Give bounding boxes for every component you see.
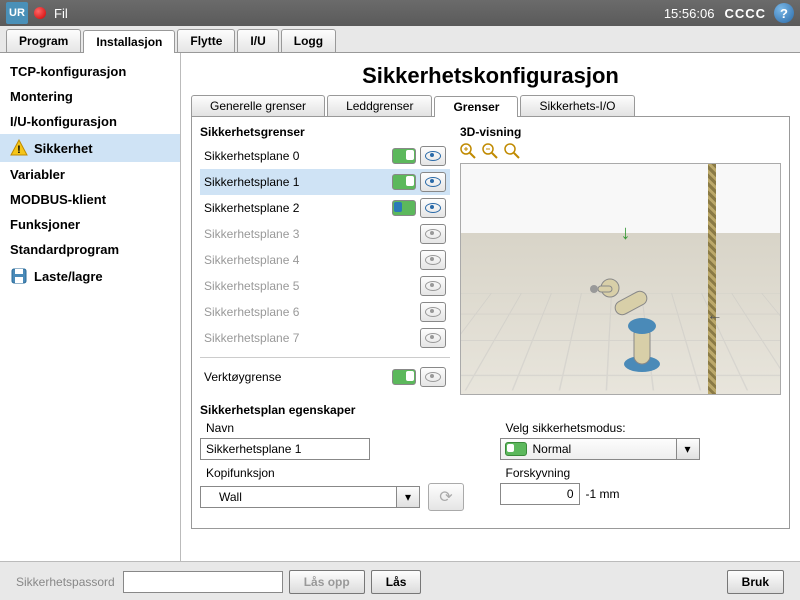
sidebar-item-montering[interactable]: Montering [0, 84, 180, 109]
app-logo: UR [6, 2, 28, 24]
left-arrow-icon: ← [707, 307, 723, 325]
plane-eye-button[interactable] [420, 276, 446, 296]
name-input[interactable] [200, 438, 370, 460]
pole-graphic [708, 164, 716, 394]
sub-tab-sikkerhets-i-o[interactable]: Sikkerhets-I/O [520, 95, 634, 116]
sidebar-item-standardprogram[interactable]: Standardprogram [0, 237, 180, 262]
sidebar-item-sikkerhet[interactable]: !Sikkerhet [0, 134, 180, 162]
plane-row[interactable]: Sikkerhetsplane 2 [200, 195, 450, 221]
plane-eye-button[interactable] [420, 146, 446, 166]
plane-label: Sikkerhetsplane 0 [204, 149, 392, 163]
plane-row[interactable]: Sikkerhetsplane 7 [200, 325, 450, 351]
password-label: Sikkerhetspassord [16, 575, 115, 589]
help-icon[interactable]: ? [774, 3, 794, 23]
eye-icon [425, 177, 441, 187]
main-tab-logg[interactable]: Logg [281, 29, 336, 52]
plane-eye-button[interactable] [420, 250, 446, 270]
main-tab-i/u[interactable]: I/U [237, 29, 278, 52]
mode-value: Normal [533, 442, 572, 456]
zoom-in-icon[interactable] [460, 143, 476, 159]
plane-row[interactable]: Sikkerhetsplane 4 [200, 247, 450, 273]
eye-icon [425, 203, 441, 213]
sidebar-item-funksjoner[interactable]: Funksjoner [0, 212, 180, 237]
sidebar-item-tcp-konfigurasjon[interactable]: TCP-konfigurasjon [0, 59, 180, 84]
plane-eye-button[interactable] [420, 302, 446, 322]
main-tab-flytte[interactable]: Flytte [177, 29, 235, 52]
copy-label: Kopifunksjon [206, 466, 482, 480]
plane-label: Sikkerhetsplane 7 [204, 331, 420, 345]
plane-row[interactable]: Sikkerhetsplane 1 [200, 169, 450, 195]
plane-label: Sikkerhetsplane 5 [204, 279, 420, 293]
svg-text:!: ! [17, 144, 21, 156]
plane-row[interactable]: Sikkerhetsplane 6 [200, 299, 450, 325]
robot-graphic [582, 256, 692, 376]
mode-dropdown-button[interactable]: ▾ [676, 438, 700, 460]
password-input[interactable] [123, 571, 283, 593]
plane-eye-button[interactable] [420, 198, 446, 218]
plane-toggle[interactable] [392, 174, 416, 190]
status-dot-icon [34, 7, 46, 19]
viewer-heading: 3D-visning [460, 125, 781, 139]
offset-label: Forskyvning [506, 466, 782, 480]
sub-tab-leddgrenser[interactable]: Leddgrenser [327, 95, 432, 116]
plane-eye-button[interactable] [420, 328, 446, 348]
lock-button[interactable]: Lås [371, 570, 422, 594]
tool-limit-eye-button[interactable] [420, 367, 446, 387]
sidebar-item-variabler[interactable]: Variabler [0, 162, 180, 187]
eye-icon [425, 333, 441, 343]
plane-label: Sikkerhetsplane 3 [204, 227, 420, 241]
unlock-button[interactable]: Lås opp [289, 570, 365, 594]
save-icon [10, 267, 28, 285]
eye-icon [425, 307, 441, 317]
main-tab-installasjon[interactable]: Installasjon [83, 30, 175, 53]
plane-eye-button[interactable] [420, 224, 446, 244]
clock: 15:56:06 [664, 6, 715, 21]
sub-tab-generelle-grenser[interactable]: Generelle grenser [191, 95, 325, 116]
tool-limit-label: Verktøygrense [204, 370, 392, 384]
sub-tab-grenser[interactable]: Grenser [434, 96, 518, 117]
sidebar-item-laste-lagre[interactable]: Laste/lagre [0, 262, 180, 290]
plane-toggle[interactable] [392, 148, 416, 164]
copy-dropdown-button[interactable]: ▾ [396, 486, 420, 508]
tool-limit-toggle[interactable] [392, 369, 416, 385]
down-arrow-icon: ↓ [621, 222, 631, 245]
mode-select[interactable]: Normal [500, 438, 676, 460]
warning-icon: ! [10, 139, 28, 157]
mode-toggle-icon [505, 442, 527, 456]
apply-button[interactable]: Bruk [727, 570, 784, 594]
eye-icon [425, 372, 441, 382]
page-title: Sikkerhetskonfigurasjon [191, 63, 790, 89]
offset-unit: -1 mm [586, 487, 620, 501]
main-tab-program[interactable]: Program [6, 29, 81, 52]
plane-label: Sikkerhetsplane 1 [204, 175, 392, 189]
sidebar-item-i-u-konfigurasjon[interactable]: I/U-konfigurasjon [0, 109, 180, 134]
name-label: Navn [206, 421, 482, 435]
status-text: CCCC [724, 6, 766, 21]
props-heading: Sikkerhetsplan egenskaper [200, 403, 781, 417]
plane-toggle[interactable] [392, 200, 416, 216]
plane-label: Sikkerhetsplane 2 [204, 201, 392, 215]
eye-icon [425, 151, 441, 161]
eye-icon [425, 229, 441, 239]
plane-row[interactable]: Sikkerhetsplane 0 [200, 143, 450, 169]
plane-row[interactable]: Sikkerhetsplane 5 [200, 273, 450, 299]
3d-viewer[interactable]: ↓ ← [460, 163, 781, 395]
eye-icon [425, 255, 441, 265]
plane-row[interactable]: Sikkerhetsplane 3 [200, 221, 450, 247]
plane-label: Sikkerhetsplane 4 [204, 253, 420, 267]
menu-file[interactable]: Fil [54, 6, 68, 21]
plane-label: Sikkerhetsplane 6 [204, 305, 420, 319]
mode-label: Velg sikkerhetsmodus: [506, 421, 782, 435]
offset-input[interactable] [500, 483, 580, 505]
sidebar-item-modbus-klient[interactable]: MODBUS-klient [0, 187, 180, 212]
eye-icon [425, 281, 441, 291]
limits-heading: Sikkerhetsgrenser [200, 125, 450, 139]
plane-eye-button[interactable] [420, 172, 446, 192]
refresh-button[interactable]: ⟳ [428, 483, 464, 511]
zoom-out-icon[interactable] [482, 143, 498, 159]
copy-select[interactable] [200, 486, 396, 508]
zoom-reset-icon[interactable] [504, 143, 520, 159]
